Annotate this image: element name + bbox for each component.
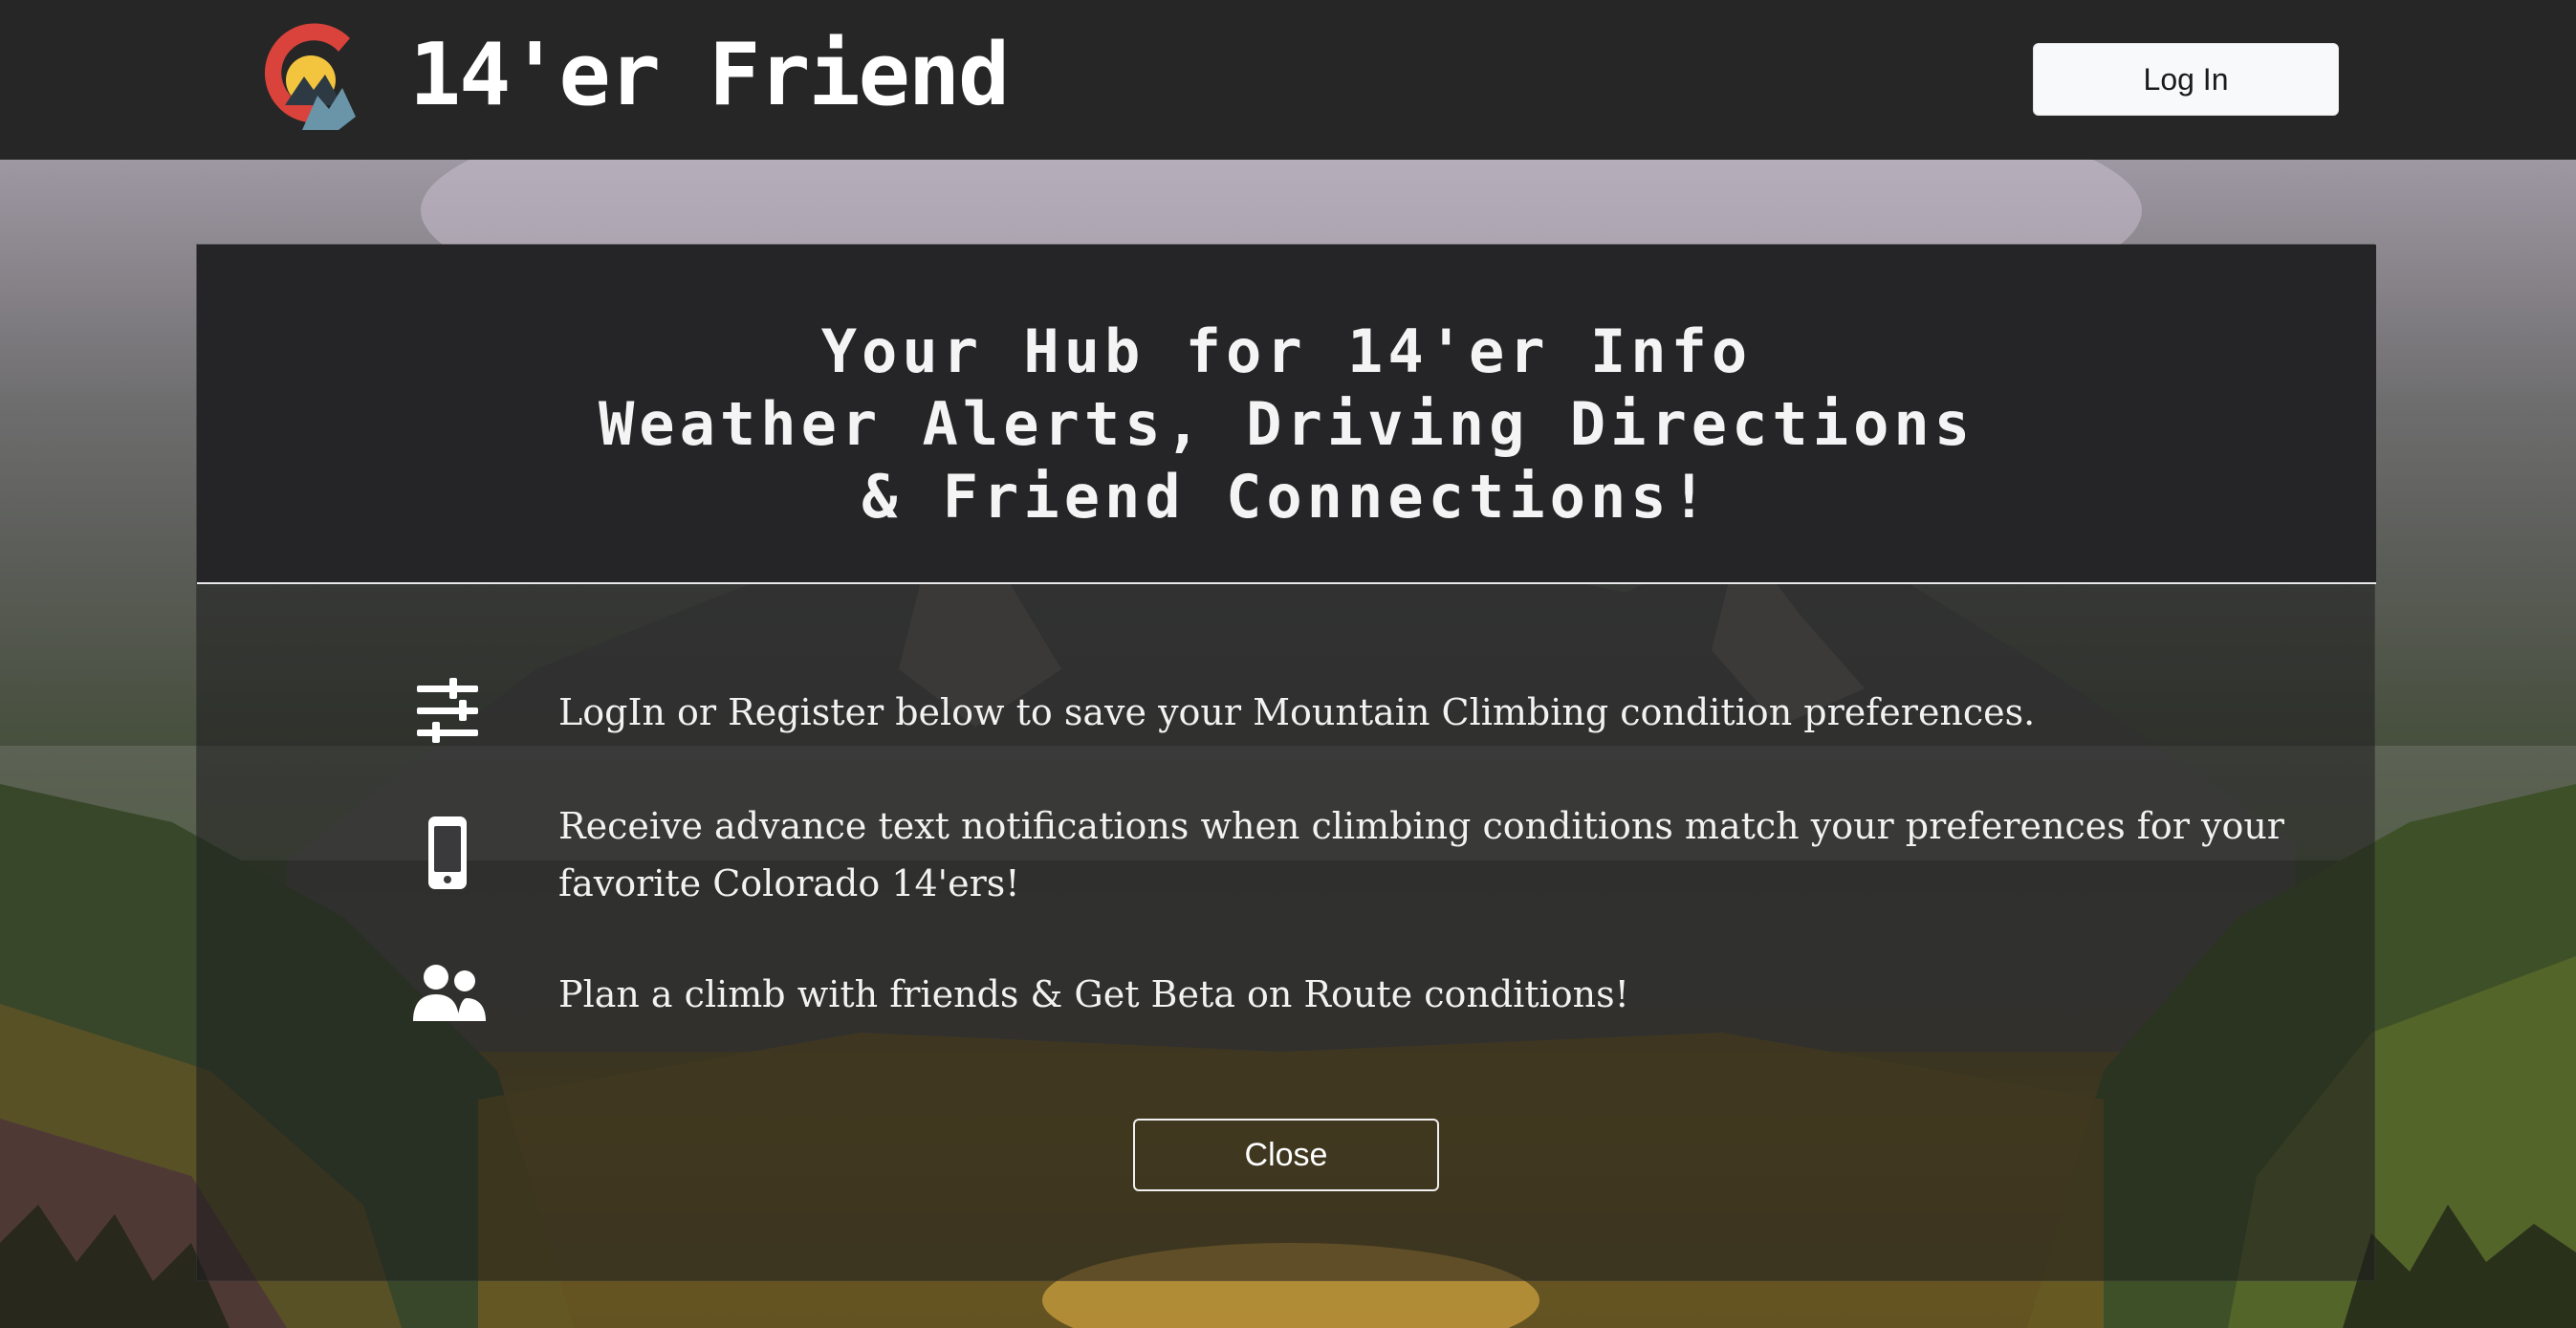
mountain-logo-icon[interactable] (251, 17, 363, 130)
login-button[interactable]: Log In (2033, 43, 2339, 116)
feature-text: LogIn or Register below to save your Mou… (558, 691, 2036, 733)
sliders-icon (417, 678, 478, 743)
brand-title[interactable]: 14'er Friend (409, 23, 1010, 128)
modal-title-line: & Friend Connections! (862, 462, 1712, 532)
close-button[interactable]: Close (1133, 1119, 1439, 1191)
users-icon (413, 965, 486, 1021)
welcome-modal: Your Hub for 14'er Info Weather Alerts, … (196, 244, 2376, 1281)
mobile-phone-icon (428, 816, 467, 889)
modal-header: Your Hub for 14'er Info Weather Alerts, … (197, 245, 2376, 584)
feature-item-notifications: Receive advance text notifications when … (197, 797, 2376, 922)
feature-item-preferences: LogIn or Register below to save your Mou… (197, 672, 2376, 758)
modal-title: Your Hub for 14'er Info Weather Alerts, … (197, 316, 2376, 533)
modal-title-line: Weather Alerts, Driving Directions (598, 389, 1976, 459)
feature-item-friends: Plan a climb with friends & Get Beta on … (197, 954, 2376, 1040)
feature-text: Plan a climb with friends & Get Beta on … (558, 973, 1629, 1015)
top-navbar: 14'er Friend Log In (0, 0, 2576, 160)
feature-text: Receive advance text notifications when … (558, 805, 2284, 904)
modal-title-line: Your Hub for 14'er Info (820, 316, 1753, 386)
